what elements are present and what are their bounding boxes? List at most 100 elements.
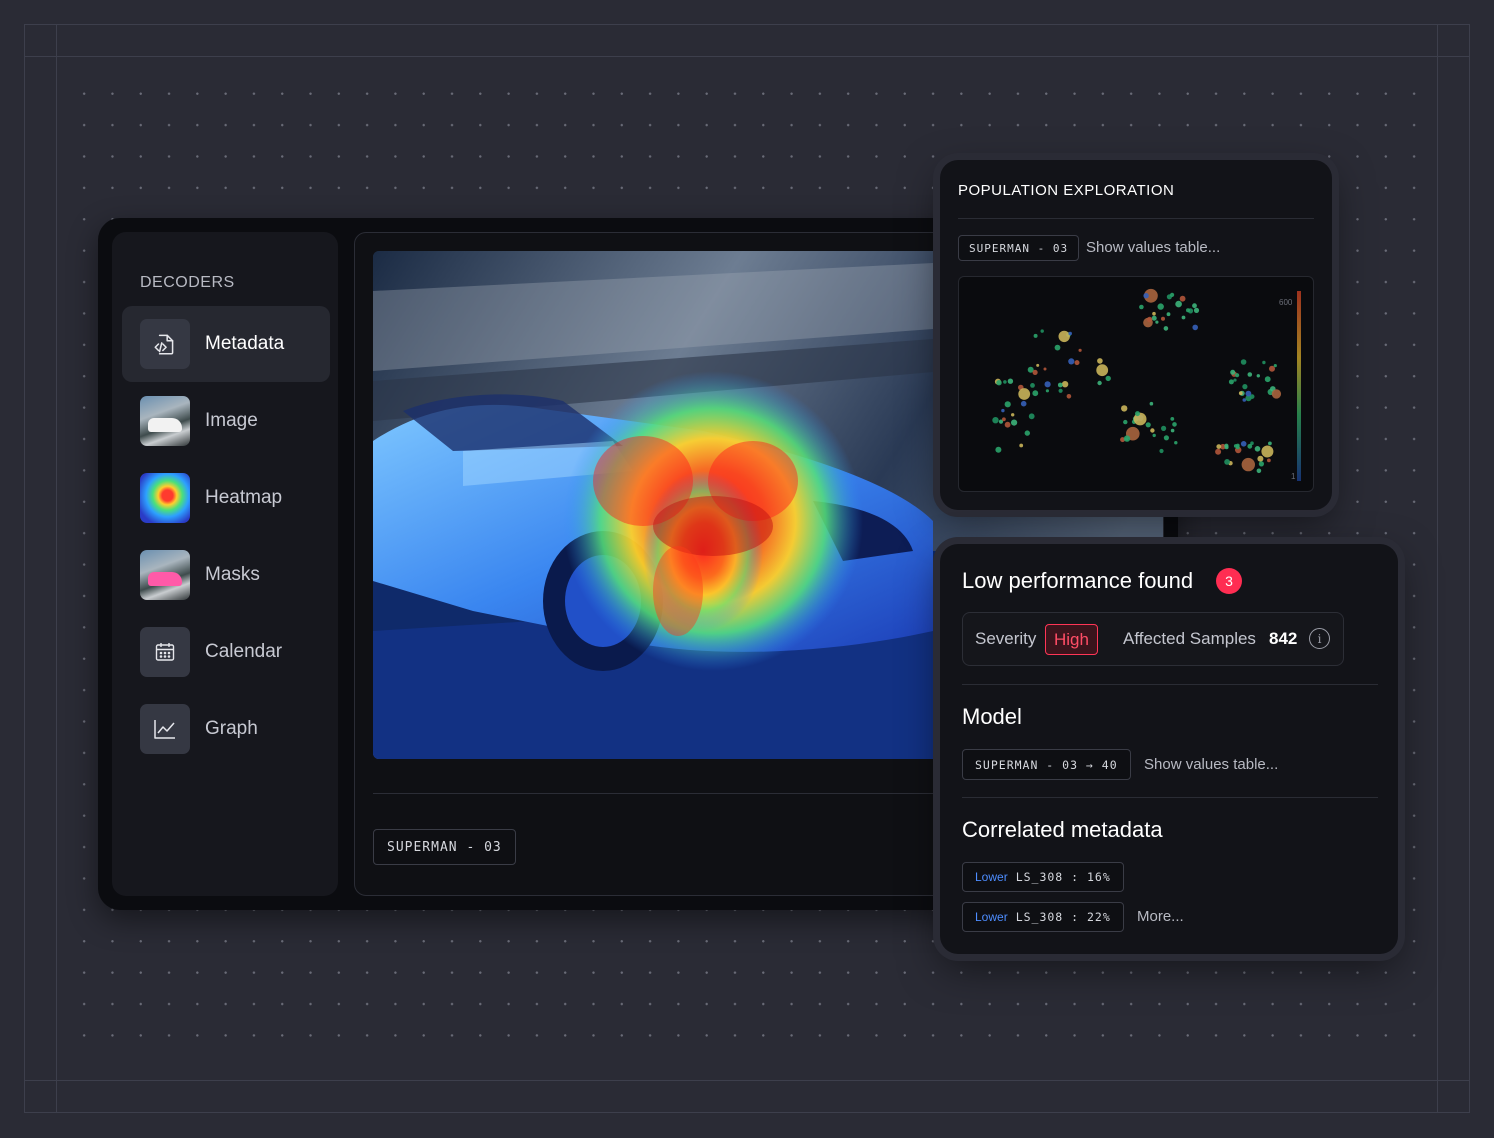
- correlated-value: LS_308 : 16%: [1015, 870, 1111, 884]
- scatter-point: [1024, 430, 1030, 436]
- scatter-point: [1011, 419, 1018, 426]
- population-exploration-card: POPULATION EXPLORATION SUPERMAN - 03 Sho…: [940, 160, 1332, 510]
- correlated-value: LS_308 : 22%: [1015, 910, 1111, 924]
- scatter-point: [1096, 364, 1109, 377]
- colorbar-max-label: 600: [1279, 298, 1293, 307]
- scatter-point: [1066, 394, 1072, 399]
- scatter-point: [1247, 443, 1253, 449]
- scatter-point: [1149, 401, 1154, 406]
- sidebar-item-label: Calendar: [205, 641, 283, 662]
- scatter-point: [1181, 315, 1186, 320]
- image-thumbnail-icon: [140, 396, 190, 446]
- scatter-point: [1257, 455, 1264, 462]
- scatter-point: [1143, 293, 1149, 299]
- scatter-point: [1224, 443, 1229, 448]
- sidebar-item-image[interactable]: Image: [122, 383, 330, 459]
- scatter-point: [1152, 433, 1156, 438]
- scatter-point: [1139, 304, 1144, 310]
- scatter-point: [1123, 419, 1128, 425]
- scatter-point: [1172, 422, 1177, 427]
- scatter-point: [1262, 360, 1266, 365]
- scatter-svg: 600 1: [992, 288, 1301, 481]
- scatter-point: [1150, 428, 1155, 433]
- scatter-point: [1019, 443, 1024, 448]
- scatter-point: [1032, 369, 1038, 375]
- show-values-link[interactable]: Show values table...: [1086, 239, 1220, 256]
- scatter-point: [1057, 382, 1063, 388]
- scatter-point: [1058, 330, 1070, 343]
- calendar-icon: [140, 627, 190, 677]
- severity-box: Severity High Affected Samples 842 i: [962, 612, 1344, 666]
- sidebar-item-label: Image: [205, 410, 258, 431]
- severity-label: Severity: [975, 629, 1037, 648]
- scatter-point: [1254, 446, 1261, 452]
- divider: [962, 797, 1378, 798]
- scatter-point: [1078, 348, 1082, 352]
- show-values-link[interactable]: Show values table...: [1144, 756, 1278, 773]
- colorbar-min-label: 1: [1291, 472, 1296, 481]
- mask-thumbnail-icon: [140, 550, 190, 600]
- scatter-point: [1166, 312, 1171, 317]
- sidebar-item-graph[interactable]: Graph: [122, 691, 330, 767]
- correlated-tag[interactable]: Lower LS_308 : 22%: [962, 902, 1124, 932]
- sidebar-item-metadata[interactable]: Metadata: [122, 306, 330, 382]
- divider: [958, 218, 1314, 219]
- direction-label: Lower: [975, 870, 1008, 884]
- model-tag[interactable]: SUPERMAN - 03 → 40: [962, 749, 1131, 780]
- scatter-point: [1040, 329, 1044, 333]
- scatter-point: [1192, 303, 1197, 309]
- scatter-point: [1097, 358, 1103, 364]
- scatter-point: [1235, 373, 1240, 378]
- scatter-point: [1170, 417, 1175, 421]
- scatter-point: [1043, 367, 1047, 371]
- graph-icon: [140, 704, 190, 754]
- scatter-point: [1028, 413, 1035, 420]
- card-title: POPULATION EXPLORATION: [958, 182, 1175, 199]
- scatter-point: [1256, 374, 1260, 378]
- more-link[interactable]: More...: [1137, 908, 1184, 925]
- scatter-point: [1097, 380, 1102, 386]
- scatter-point: [1174, 441, 1178, 445]
- scatter-point: [1068, 358, 1075, 365]
- frame-line: [24, 24, 25, 1113]
- scatter-point: [1058, 388, 1063, 393]
- scatter-point: [1152, 311, 1156, 316]
- scatter-point: [1193, 307, 1200, 313]
- scatter-point: [1159, 448, 1164, 454]
- severity-badge: High: [1045, 624, 1098, 655]
- low-performance-card: Low performance found 3 Severity High Af…: [940, 544, 1398, 954]
- scatter-point: [1192, 324, 1198, 331]
- scatter-point: [1186, 308, 1190, 313]
- dataset-tag[interactable]: SUPERMAN - 03: [958, 235, 1080, 261]
- colorbar: [1297, 291, 1301, 481]
- dataset-tag[interactable]: SUPERMAN - 03: [373, 829, 516, 865]
- scatter-point: [1007, 378, 1014, 384]
- sidebar-item-label: Masks: [205, 564, 260, 585]
- sidebar-item-calendar[interactable]: Calendar: [122, 614, 330, 690]
- scatter-point: [1170, 428, 1175, 433]
- scatter-point: [1036, 363, 1040, 367]
- heatmap-thumbnail-icon: [140, 473, 190, 523]
- scatter-point: [1123, 435, 1131, 442]
- code-file-icon: [140, 319, 190, 369]
- scatter-point: [1268, 441, 1272, 446]
- scatter-point: [1105, 375, 1111, 382]
- sidebar-item-heatmap[interactable]: Heatmap: [122, 460, 330, 536]
- scatter-point: [1135, 411, 1140, 417]
- count-badge: 3: [1216, 568, 1242, 594]
- correlated-tag[interactable]: Lower LS_308 : 16%: [962, 862, 1124, 892]
- card-title: Low performance found: [962, 568, 1194, 593]
- scatter-point: [1163, 435, 1169, 441]
- scatter-point: [1155, 320, 1159, 324]
- info-icon[interactable]: i: [1309, 628, 1330, 649]
- sidebar-item-masks[interactable]: Masks: [122, 537, 330, 613]
- scatter-point: [1267, 458, 1271, 463]
- frame-line: [24, 56, 1470, 57]
- scatter-point: [1161, 425, 1167, 431]
- scatter-point: [1001, 408, 1005, 413]
- scatter-plot[interactable]: 600 1: [958, 276, 1314, 492]
- frame-line: [1437, 24, 1438, 1113]
- scatter-point: [1224, 459, 1230, 465]
- scatter-point: [1054, 344, 1061, 351]
- scatter-point: [1261, 445, 1274, 458]
